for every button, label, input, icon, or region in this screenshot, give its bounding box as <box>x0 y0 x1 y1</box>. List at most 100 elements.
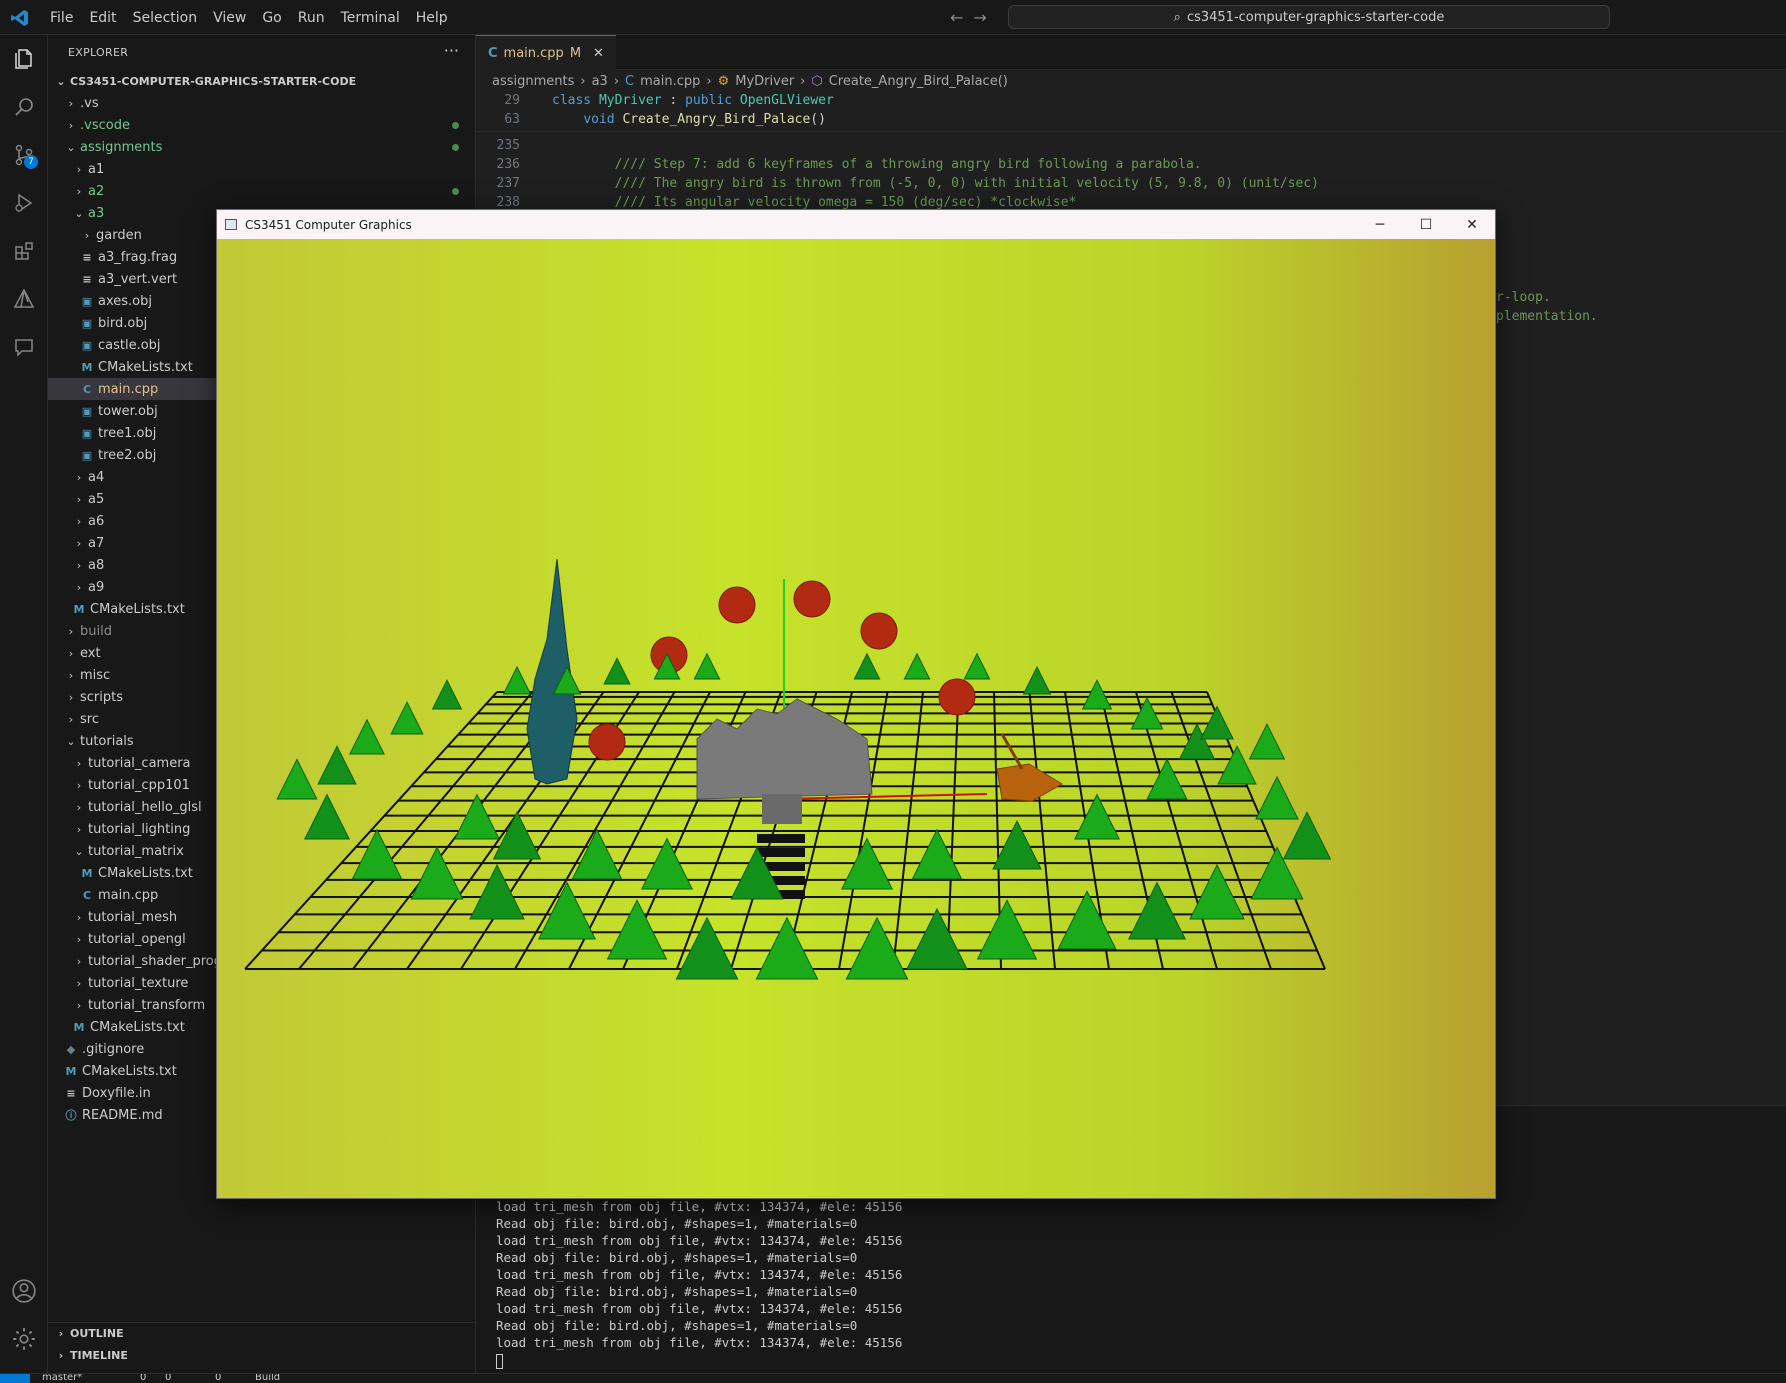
chevron-right-icon: › <box>68 712 74 726</box>
timeline-section[interactable]: › TIMELINE <box>48 1344 476 1366</box>
code-line[interactable]: 237 //// The angry bird is thrown from (… <box>476 176 1320 195</box>
command-center-text: cs3451-computer-graphics-starter-code <box>1186 9 1445 25</box>
terminal-line: load tri_mesh from obj file, #vtx: 13437… <box>496 1335 903 1350</box>
chevron-right-icon: › <box>76 976 82 990</box>
breadcrumb-item[interactable]: main.cpp <box>640 74 700 89</box>
sticky-code-line[interactable]: 29 class MyDriver : public OpenGLViewer <box>476 93 833 112</box>
tree-item-label: tutorial_mesh <box>88 909 178 925</box>
chevron-down-icon: ⌄ <box>66 734 76 748</box>
folder-item[interactable]: › .vs <box>48 92 475 114</box>
ports-count[interactable]: 0 <box>215 1374 221 1383</box>
breadcrumb-item[interactable]: MyDriver <box>735 74 794 89</box>
errors-count[interactable]: 0 <box>140 1374 146 1383</box>
settings-gear-icon[interactable] <box>8 1323 40 1355</box>
more-actions-icon[interactable]: ··· <box>444 41 459 60</box>
outline-section[interactable]: › OUTLINE <box>48 1322 476 1344</box>
tree-item-label: a4 <box>88 469 105 485</box>
tree-item-label: tutorial_opengl <box>88 931 186 947</box>
tree-model <box>276 758 318 800</box>
terminal-line: Read obj file: bird.obj, #shapes=1, #mat… <box>496 1250 858 1265</box>
tab-label: main.cpp <box>503 45 564 61</box>
menu-terminal[interactable]: Terminal <box>333 10 408 26</box>
minimize-button[interactable]: ─ <box>1357 210 1403 239</box>
line-number: 235 <box>496 138 520 153</box>
obj-file-icon: ▣ <box>81 316 93 330</box>
menu-help[interactable]: Help <box>408 10 456 26</box>
folder-item[interactable]: ⌄ assignments <box>48 136 475 158</box>
search-icon[interactable] <box>8 91 40 123</box>
tree-item-label: tutorial_lighting <box>88 821 191 837</box>
tab-main-cpp[interactable]: C main.cpp M ✕ <box>476 35 616 70</box>
back-arrow-icon[interactable]: ← <box>950 8 963 27</box>
remote-indicator[interactable] <box>0 1374 30 1383</box>
close-icon[interactable]: ✕ <box>593 46 604 61</box>
forward-arrow-icon[interactable]: → <box>973 8 986 27</box>
sticky-divider <box>476 131 1786 132</box>
close-button[interactable]: ✕ <box>1449 210 1495 239</box>
cpp-file-icon: C <box>82 382 92 396</box>
code-line[interactable]: 235 <box>476 138 552 157</box>
tree-model <box>755 916 819 980</box>
command-center-search[interactable]: ⌕ cs3451-computer-graphics-starter-code <box>1008 5 1610 29</box>
source-control-icon[interactable]: 7 <box>8 139 40 171</box>
search-icon: ⌕ <box>1173 9 1181 25</box>
workspace-root[interactable]: ⌄ CS3451-COMPUTER-GRAPHICS-STARTER-CODE <box>48 70 475 92</box>
menu-file[interactable]: File <box>42 10 81 26</box>
chevron-right-icon: › <box>68 96 74 110</box>
tree-item-label: tutorial_texture <box>88 975 189 991</box>
explorer-icon[interactable] <box>8 43 40 75</box>
tree-model <box>1146 758 1188 800</box>
tree-item-label: CMakeLists.txt <box>82 1063 177 1079</box>
tree-item-label: main.cpp <box>98 887 159 903</box>
tree-item-label: tree2.obj <box>98 447 157 463</box>
branch-label[interactable]: master* <box>42 1374 82 1383</box>
tree-model <box>1248 723 1286 760</box>
tree-item-label: a3 <box>88 205 105 221</box>
folder-item[interactable]: › a1 <box>48 158 475 180</box>
extensions-icon[interactable] <box>8 235 40 267</box>
chevron-right-icon: › <box>76 580 82 594</box>
account-icon[interactable] <box>8 1275 40 1307</box>
tree-model <box>303 793 351 840</box>
render-viewport[interactable] <box>217 239 1495 1198</box>
run-debug-icon[interactable] <box>8 187 40 219</box>
tree-model <box>410 846 464 900</box>
tree-item-label: tutorial_cpp101 <box>88 777 190 793</box>
modified-dot <box>452 144 459 151</box>
angry-bird <box>860 612 898 650</box>
warnings-count[interactable]: 0 <box>165 1374 171 1383</box>
tree-item-label: main.cpp <box>98 381 159 397</box>
code-text: //// The angry bird is thrown from (-5, … <box>552 176 1320 191</box>
tree-model <box>317 745 357 785</box>
line-number: 237 <box>496 176 520 191</box>
tree-model <box>1057 890 1117 950</box>
gitignore-icon: ◆ <box>66 1042 76 1056</box>
maximize-button[interactable]: ☐ <box>1403 210 1449 239</box>
cmake-icon[interactable] <box>8 283 40 315</box>
tree-item-label: bird.obj <box>98 315 148 331</box>
breadcrumb-item[interactable]: assignments <box>492 74 574 89</box>
menu-view[interactable]: View <box>205 10 254 26</box>
tree-model <box>571 828 623 880</box>
menu-go[interactable]: Go <box>254 10 289 26</box>
chevron-right-icon: › <box>68 118 74 132</box>
tree-model <box>1081 679 1113 710</box>
remote-explorer-icon[interactable] <box>8 331 40 363</box>
tree-item-label: castle.obj <box>98 337 161 353</box>
menu-edit[interactable]: Edit <box>81 10 124 26</box>
terminal-line: load tri_mesh from obj file, #vtx: 13437… <box>496 1233 903 1248</box>
explorer-title: EXPLORER <box>68 46 129 59</box>
cmake-file-icon: M <box>65 1064 77 1078</box>
breadcrumb-item[interactable]: Create_Angry_Bird_Palace() <box>829 74 1008 89</box>
menu-run[interactable]: Run <box>290 10 333 26</box>
sticky-code-line[interactable]: 63 void Create_Angry_Bird_Palace() <box>476 112 826 131</box>
breadcrumb-item[interactable]: a3 <box>592 74 608 89</box>
opengl-window-titlebar[interactable]: CS3451 Computer Graphics <box>217 210 1495 239</box>
catapult-model <box>996 763 1063 802</box>
folder-item[interactable]: › a2 <box>48 180 475 202</box>
build-button[interactable]: Build <box>255 1374 280 1383</box>
code-line[interactable]: 236 //// Step 7: add 6 keyframes of a th… <box>476 157 1202 176</box>
tree-item-label: tutorial_shader_progra <box>88 953 236 969</box>
menu-selection[interactable]: Selection <box>125 10 206 26</box>
folder-item[interactable]: › .vscode <box>48 114 475 136</box>
